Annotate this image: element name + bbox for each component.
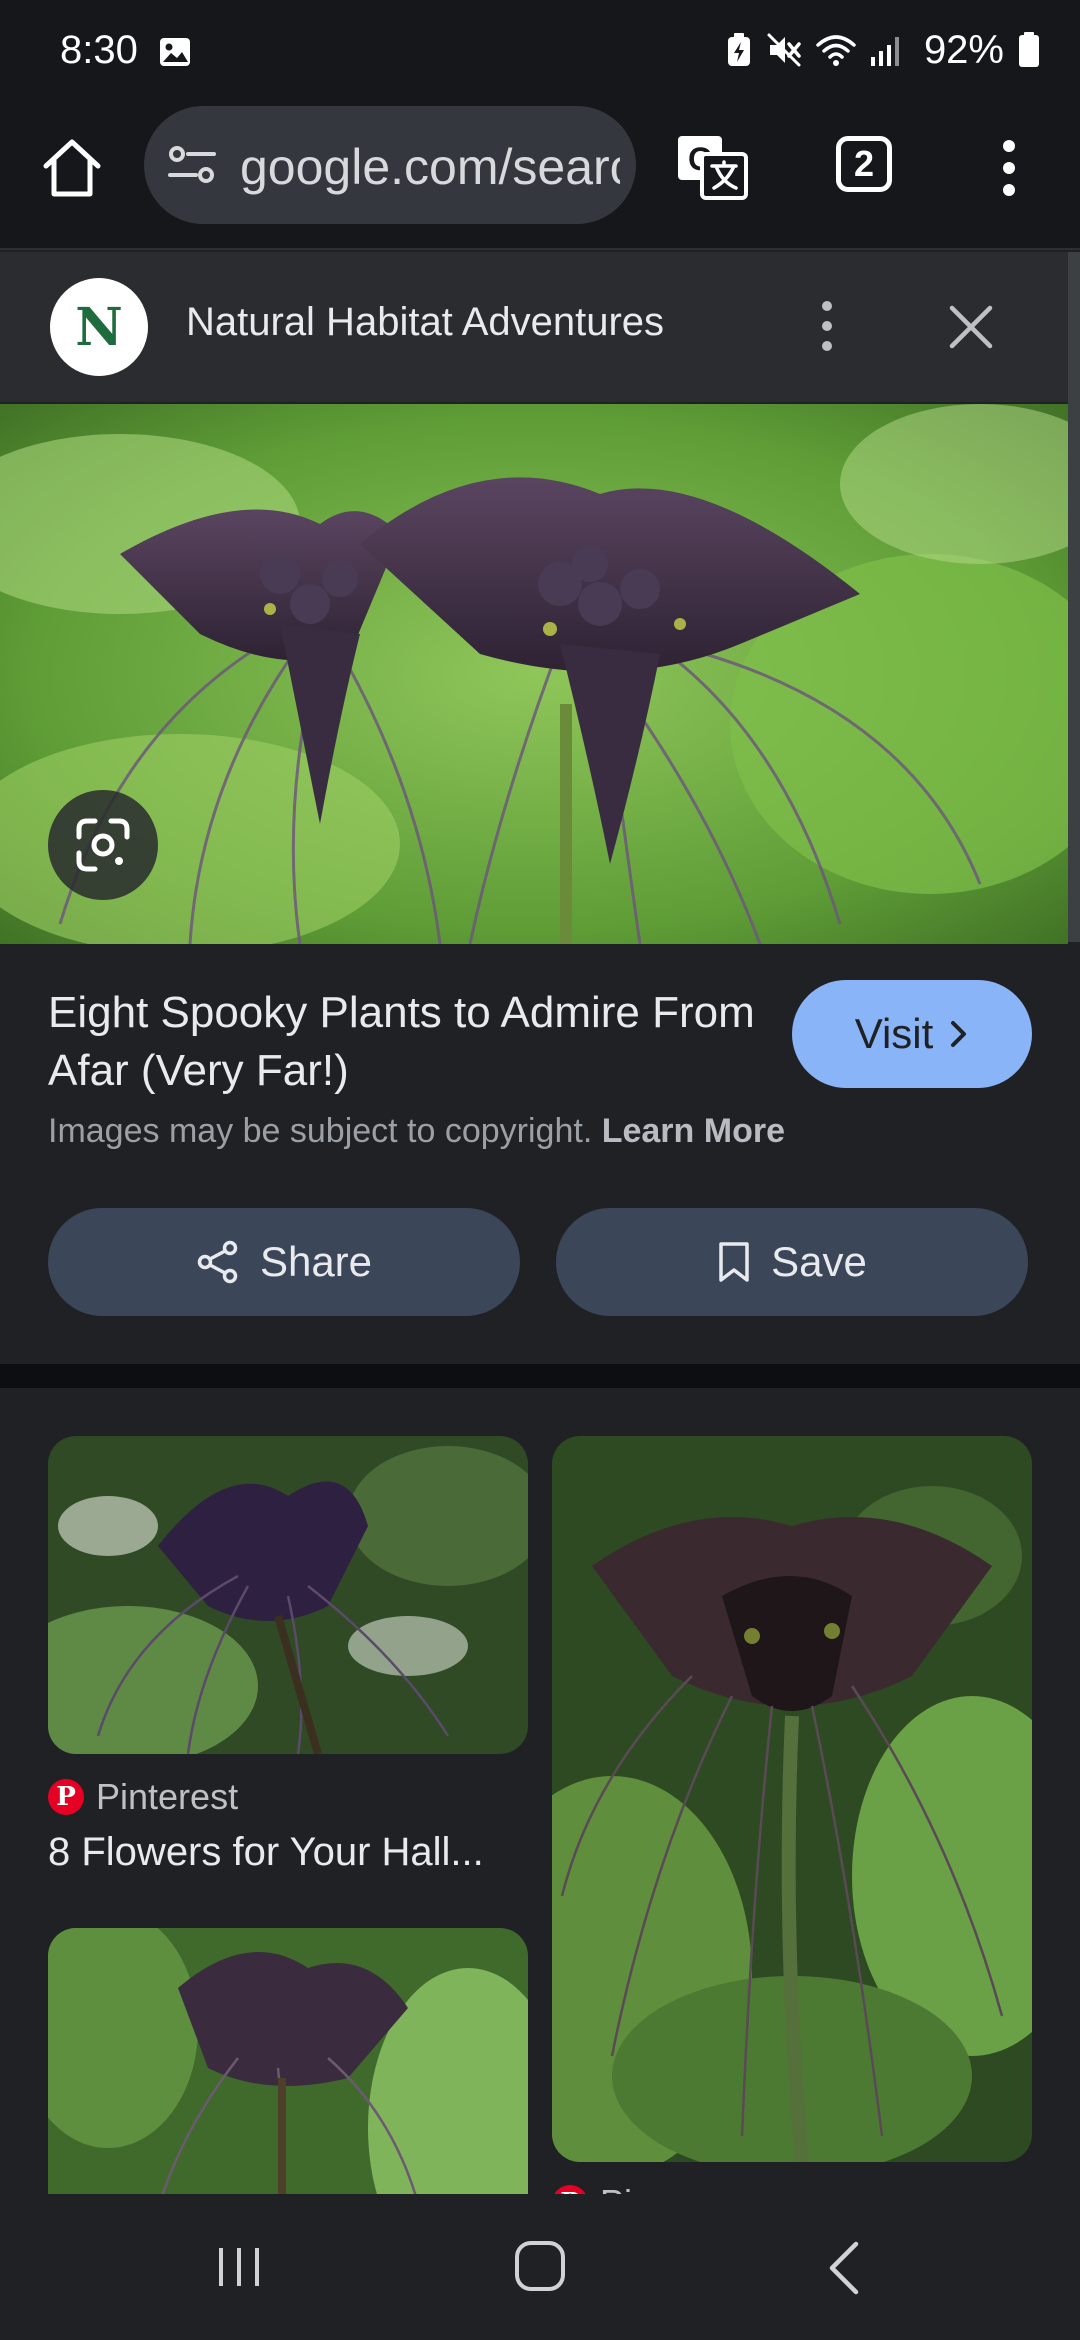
back-icon[interactable] — [826, 2240, 862, 2296]
related-image-thumbnail[interactable] — [48, 1928, 528, 2194]
related-source[interactable]: P Pin page — [552, 2182, 742, 2194]
related-source-name: Pin page — [600, 2182, 742, 2194]
source-logo[interactable]: N — [50, 278, 148, 376]
copyright-text: Images may be subject to copyright. — [48, 1112, 593, 1150]
related-source-name: Pinterest — [96, 1776, 239, 1817]
signal-icon — [870, 37, 899, 66]
chevron-right-icon — [951, 1021, 967, 1047]
copyright-notice: Images may be subject to copyright. Lear… — [48, 1112, 785, 1151]
battery-icon — [1019, 32, 1039, 67]
tabs-button[interactable]: 2 — [836, 136, 892, 192]
section-divider — [0, 1364, 1080, 1388]
battery-percent: 92% — [923, 27, 1004, 72]
source-header: N Natural Habitat Adventures — [0, 252, 1068, 402]
url-text[interactable]: google.com/search — [240, 138, 620, 196]
share-icon — [197, 1240, 238, 1284]
pinterest-icon: P — [552, 2185, 588, 2194]
system-nav-bar — [0, 2194, 1080, 2340]
close-icon[interactable] — [946, 302, 996, 352]
browser-toolbar: google.com/search G 2 — [0, 100, 1080, 250]
source-logo-letter: N — [75, 296, 123, 358]
bat-flower-photo — [552, 1436, 1032, 2162]
more-vert-icon[interactable] — [994, 138, 1024, 198]
scrollbar[interactable] — [1068, 252, 1080, 942]
bat-flower-photo — [48, 1928, 528, 2194]
bookmark-icon — [719, 1242, 749, 1282]
lens-button[interactable] — [48, 790, 158, 900]
battery-saver-icon — [727, 33, 750, 66]
save-label: Save — [771, 1238, 867, 1285]
status-time: 8:30 — [60, 28, 138, 72]
learn-more-link[interactable]: Learn More — [602, 1112, 785, 1150]
home-nav-icon[interactable] — [514, 2240, 566, 2292]
bat-flower-photo — [48, 1436, 528, 1754]
mute-icon — [767, 33, 801, 67]
status-icons: 92% — [726, 26, 1040, 74]
pinterest-icon: P — [48, 1779, 84, 1815]
google-lens-icon — [76, 818, 130, 872]
source-name[interactable]: Natural Habitat Adventures — [186, 300, 664, 345]
result-title[interactable]: Eight Spooky Plants to Admire From Afar … — [48, 984, 768, 1100]
url-bar[interactable]: google.com/search — [144, 106, 636, 224]
image-icon — [160, 38, 190, 66]
related-image-thumbnail[interactable] — [48, 1436, 528, 1754]
visit-label: Visit — [854, 1010, 934, 1057]
related-title[interactable]: 8 Flowers for Your Hall... — [48, 1830, 528, 1875]
visit-button[interactable]: Visit — [792, 980, 1032, 1088]
related-images-grid: P Pinterest 8 Flowers for Your Hall... — [0, 1388, 1080, 2194]
image-detail-panel: N Natural Habitat Adventures Eight Spook… — [0, 252, 1068, 1364]
share-label: Share — [259, 1238, 373, 1285]
related-image-thumbnail[interactable] — [552, 1436, 1032, 2162]
translate-icon[interactable]: G — [676, 130, 748, 202]
wifi-icon — [816, 35, 856, 66]
save-button[interactable]: Save — [556, 1208, 1028, 1316]
tune-icon[interactable] — [168, 144, 216, 186]
home-icon[interactable] — [40, 136, 104, 200]
status-bar: 8:30 92% — [0, 0, 1080, 100]
share-button[interactable]: Share — [48, 1208, 520, 1316]
hero-image[interactable] — [0, 404, 1068, 944]
related-source[interactable]: P Pinterest — [48, 1776, 238, 1818]
bat-flower-photo — [0, 404, 1068, 944]
more-vert-icon[interactable] — [812, 296, 842, 356]
recents-icon[interactable] — [214, 2242, 264, 2292]
